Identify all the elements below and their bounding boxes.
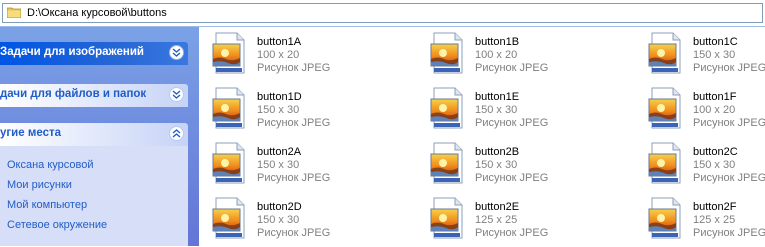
group-title: Задачи для изображений [0,46,144,58]
file-dimensions: 150 x 30 [257,159,300,171]
file-dimensions: 125 x 25 [475,214,518,226]
file-name: button1C [693,36,738,48]
file-name: button1B [475,36,520,48]
file-dimensions: 150 x 30 [257,214,300,226]
file-name: button2F [693,201,737,213]
chevron-down-icon[interactable] [169,45,184,60]
file-type: Рисунок JPEG [475,172,549,184]
link-network-places[interactable]: Сетевое окружение [7,219,107,231]
address-field[interactable]: D:\Оксана курсовой\buttons [2,3,763,23]
group-file-tasks[interactable]: дачи для файлов и папок [0,84,188,107]
jpeg-file-icon [212,142,245,184]
file-tile-button2f[interactable]: button2F 125 x 25 Рисунок JPEG [648,195,765,247]
file-type: Рисунок JPEG [475,117,549,129]
file-dimensions: 100 x 20 [693,104,736,116]
other-places-list: Оксана курсовой Мои рисунки Мой компьюте… [0,146,188,246]
file-tile-button2b[interactable]: button2B 150 x 30 Рисунок JPEG [430,140,640,192]
file-name: button2E [475,201,520,213]
task-pane: Задачи для изображений дачи для файлов и… [0,27,199,246]
group-other-places[interactable]: угие места [0,123,188,146]
file-tile-button2a[interactable]: button2A 150 x 30 Рисунок JPEG [212,140,422,192]
file-dimensions: 150 x 30 [693,159,736,171]
jpeg-file-icon [648,197,681,239]
file-name: button1D [257,91,302,103]
file-type: Рисунок JPEG [475,62,549,74]
file-dimensions: 100 x 20 [475,49,518,61]
jpeg-file-icon [212,87,245,129]
link-oksana-kursovoy[interactable]: Оксана курсовой [7,159,94,171]
file-type: Рисунок JPEG [693,172,765,184]
link-my-computer[interactable]: Мой компьютер [7,199,87,211]
jpeg-file-icon [648,142,681,184]
group-image-tasks[interactable]: Задачи для изображений [0,42,188,65]
file-tile-button1d[interactable]: button1D 150 x 30 Рисунок JPEG [212,85,422,137]
jpeg-file-icon [212,32,245,74]
chevron-down-icon[interactable] [169,87,184,102]
file-tile-button2c[interactable]: button2C 150 x 30 Рисунок JPEG [648,140,765,192]
file-name: button2A [257,146,302,158]
file-name: button2C [693,146,738,158]
jpeg-file-icon [212,197,245,239]
file-name: button2B [475,146,520,158]
file-tile-button1c[interactable]: button1C 150 x 30 Рисунок JPEG [648,30,765,82]
group-title: дачи для файлов и папок [0,88,147,100]
file-type: Рисунок JPEG [693,117,765,129]
file-name: button1F [693,91,737,103]
file-dimensions: 150 x 30 [257,104,300,116]
file-dimensions: 100 x 20 [257,49,300,61]
file-type: Рисунок JPEG [257,172,331,184]
file-tile-button1b[interactable]: button1B 100 x 20 Рисунок JPEG [430,30,640,82]
jpeg-file-icon [648,32,681,74]
file-name: button1E [475,91,520,103]
address-bar: D:\Оксана курсовой\buttons [0,0,765,27]
jpeg-file-icon [430,197,463,239]
file-list: button1A 100 x 20 Рисунок JPEG button1B … [199,27,765,246]
file-dimensions: 150 x 30 [475,159,518,171]
file-dimensions: 150 x 30 [475,104,518,116]
address-path: D:\Оксана курсовой\buttons [27,7,167,19]
file-name: button1A [257,36,302,48]
file-type: Рисунок JPEG [257,117,331,129]
file-type: Рисунок JPEG [257,227,331,239]
file-tile-button2e[interactable]: button2E 125 x 25 Рисунок JPEG [430,195,640,247]
chevron-up-icon[interactable] [169,126,184,141]
file-dimensions: 150 x 30 [693,49,736,61]
file-tile-button1a[interactable]: button1A 100 x 20 Рисунок JPEG [212,30,422,82]
file-type: Рисунок JPEG [475,227,549,239]
jpeg-file-icon [430,87,463,129]
file-tile-button2d[interactable]: button2D 150 x 30 Рисунок JPEG [212,195,422,247]
link-my-pictures[interactable]: Мои рисунки [7,179,72,191]
file-name: button2D [257,201,302,213]
folder-icon [7,7,21,18]
group-title: угие места [0,127,62,139]
file-tile-button1e[interactable]: button1E 150 x 30 Рисунок JPEG [430,85,640,137]
jpeg-file-icon [430,32,463,74]
file-type: Рисунок JPEG [257,62,331,74]
file-type: Рисунок JPEG [693,227,765,239]
jpeg-file-icon [430,142,463,184]
jpeg-file-icon [648,87,681,129]
file-tile-button1f[interactable]: button1F 100 x 20 Рисунок JPEG [648,85,765,137]
file-dimensions: 125 x 25 [693,214,736,226]
file-type: Рисунок JPEG [693,62,765,74]
